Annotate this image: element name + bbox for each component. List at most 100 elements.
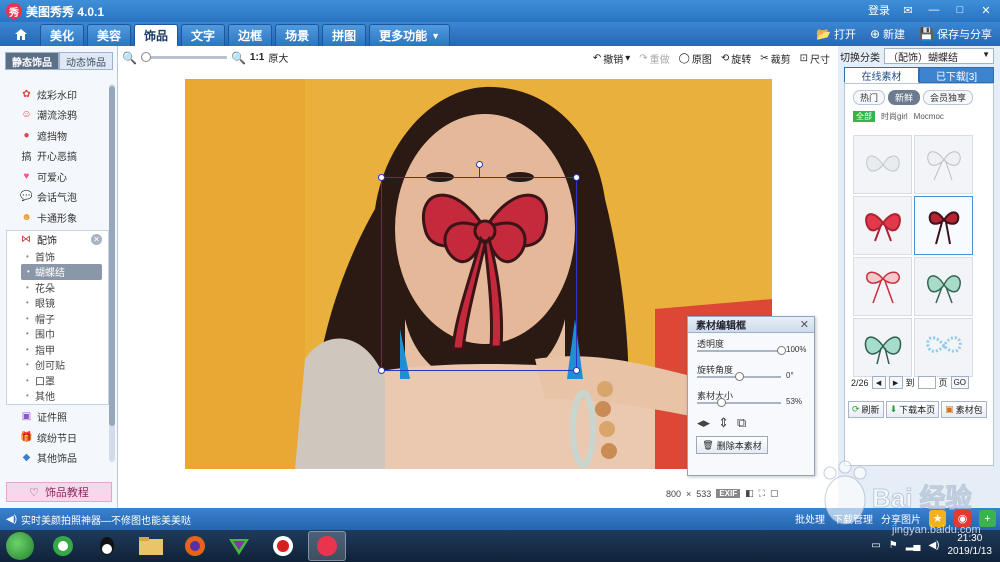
taskbar-app-explorer[interactable] xyxy=(132,531,170,561)
tab-frame[interactable]: 边框 xyxy=(228,24,273,46)
download-page-button[interactable]: ⬇ 下载本页 xyxy=(885,401,940,418)
taskbar-app-recorder[interactable] xyxy=(264,531,302,561)
zoom-out-icon[interactable]: 🔍 xyxy=(122,51,137,65)
material-thumb[interactable] xyxy=(914,257,973,316)
sidebar-item-watermark[interactable]: ✿ 炫彩水印 xyxy=(0,84,117,105)
copy-icon[interactable]: ⧉ xyxy=(737,415,746,431)
material-panel-header[interactable]: 素材编辑框 ✕ xyxy=(688,317,814,333)
status-message[interactable]: 实时美颜拍照神器—不修图也能美美哒 xyxy=(21,512,191,527)
weibo-icon[interactable]: ◉ xyxy=(954,510,971,527)
taskbar-app-qq[interactable] xyxy=(88,531,126,561)
refresh-button[interactable]: ⟳ 刷新 xyxy=(848,401,884,418)
flip-horizontal-icon[interactable]: ◂▸ xyxy=(697,415,710,431)
scrollbar-thumb[interactable] xyxy=(109,86,115,426)
filter-fashion-girl[interactable]: 时尚girl xyxy=(881,111,908,122)
size-slider-knob[interactable] xyxy=(716,398,726,407)
sidebar-sub-scarf[interactable]: 围巾 xyxy=(7,326,108,342)
new-button[interactable]: ⊕ 新建 xyxy=(870,26,905,42)
chip-new[interactable]: 新鲜 xyxy=(888,90,921,105)
rotation-handle[interactable] xyxy=(476,161,483,168)
zoom-slider[interactable] xyxy=(140,52,227,62)
sidebar-item-idphoto[interactable]: ▣ 证件照 xyxy=(0,407,117,428)
sidebar-item-other-accessories[interactable]: ◆ 其他饰品 xyxy=(0,448,117,469)
accessory-tutorial-button[interactable]: ♡ 饰品教程 xyxy=(6,482,112,502)
maximize-icon[interactable]: □ xyxy=(952,2,968,18)
plus-icon[interactable]: + xyxy=(979,510,996,527)
sidebar-sub-mask[interactable]: 口罩 xyxy=(7,373,108,389)
minimize-icon[interactable]: — xyxy=(926,2,942,18)
start-button[interactable] xyxy=(6,532,34,560)
material-thumb[interactable] xyxy=(914,135,973,194)
opacity-slider-knob[interactable] xyxy=(777,346,786,355)
sidebar-item-cartoon[interactable]: ☻ 卡通形象 xyxy=(0,207,117,228)
size-slider[interactable] xyxy=(697,398,781,407)
sidebar-sub-bandaid[interactable]: 创可贴 xyxy=(7,357,108,373)
open-button[interactable]: 📂 打开 xyxy=(816,26,856,42)
material-thumb-selected[interactable] xyxy=(914,196,973,255)
sidebar-item-heart[interactable]: ♥ 可爱心 xyxy=(0,166,117,187)
sidebar-item-funny[interactable]: 搞开心恶搞 xyxy=(0,146,117,167)
preview-icon[interactable]: ▢ xyxy=(770,488,779,499)
tab-online-materials[interactable]: 在线素材 xyxy=(844,67,919,83)
tab-static-accessories[interactable]: 静态饰品 xyxy=(5,52,59,70)
taskbar-app-browser[interactable] xyxy=(44,531,82,561)
category-select[interactable]: （配饰）蝴蝶结 ▼ xyxy=(884,48,994,64)
batch-process-button[interactable]: 批处理 xyxy=(795,511,825,526)
sidebar-sub-flower[interactable]: 花朵 xyxy=(7,280,108,296)
tab-collage[interactable]: 拼图 xyxy=(322,24,367,46)
material-thumb[interactable] xyxy=(853,135,912,194)
taskbar-app-video[interactable] xyxy=(220,531,258,561)
tab-face[interactable]: 美容 xyxy=(87,24,132,46)
zoom-slider-knob[interactable] xyxy=(141,52,152,62)
sidebar-item-bubble[interactable]: 💬 会话气泡 xyxy=(0,187,117,208)
material-thumb[interactable] xyxy=(853,257,912,316)
sidebar-sub-other[interactable]: 其他 xyxy=(7,388,108,404)
resize-handle-tr[interactable] xyxy=(573,174,580,181)
chip-hot[interactable]: 热门 xyxy=(853,90,886,105)
share-picture-button[interactable]: 分享图片 xyxy=(881,511,921,526)
sidebar-sub-nail[interactable]: 指甲 xyxy=(7,342,108,358)
rotation-slider-knob[interactable] xyxy=(735,372,744,381)
tab-text[interactable]: 文字 xyxy=(181,24,226,46)
flip-vertical-icon[interactable]: ⇕ xyxy=(718,415,729,431)
clock[interactable]: 21:30 2019/1/13 xyxy=(948,532,993,558)
close-icon[interactable]: ✕ xyxy=(978,2,994,18)
chip-vip[interactable]: 会员独享 xyxy=(923,90,974,105)
tab-beautify[interactable]: 美化 xyxy=(40,24,85,46)
star-icon[interactable]: ★ xyxy=(929,510,946,527)
undo-button[interactable]: ↶ 撤销 ▾ xyxy=(593,51,630,66)
sidebar-sub-glasses[interactable]: 眼镜 xyxy=(7,295,108,311)
sidebar-sub-jewelry[interactable]: 首饰 xyxy=(7,249,108,265)
resize-handle-br[interactable] xyxy=(573,367,580,374)
material-thumb[interactable] xyxy=(914,318,973,377)
save-share-button[interactable]: 💾 保存与分享 xyxy=(919,26,992,42)
sidebar-item-graffiti[interactable]: ☺ 潮流涂鸦 xyxy=(0,105,117,126)
redo-button[interactable]: ↷ 重做 xyxy=(639,51,669,66)
compare-icon[interactable]: ◧ xyxy=(745,488,754,499)
prev-page-button[interactable]: ◀ xyxy=(871,376,886,389)
material-thumb[interactable] xyxy=(853,318,912,377)
home-button[interactable] xyxy=(6,24,36,44)
resize-handle-bl[interactable] xyxy=(378,367,385,374)
rotation-slider[interactable] xyxy=(697,372,781,381)
material-pack-button[interactable]: ▣ 素材包 xyxy=(941,401,987,418)
tray-keyboard-icon[interactable]: ▭ xyxy=(871,540,880,551)
filter-all[interactable]: 全部 xyxy=(853,111,875,122)
tab-accessories[interactable]: 饰品 xyxy=(134,24,179,46)
exif-badge[interactable]: EXIF xyxy=(716,489,741,498)
sidebar-item-festival[interactable]: 🎁 缤纷节日 xyxy=(0,427,117,448)
chevron-down-icon[interactable]: ▾ xyxy=(625,53,630,64)
tab-more[interactable]: 更多功能 ▼ xyxy=(369,24,451,46)
zoom-in-icon[interactable]: 🔍 xyxy=(231,51,246,65)
sidebar-sub-hat[interactable]: 帽子 xyxy=(7,311,108,327)
group-header-accessories[interactable]: ⋈ 配饰 ✕ xyxy=(7,231,108,249)
selection-box[interactable] xyxy=(378,161,580,374)
crop-button[interactable]: ✂ 裁剪 xyxy=(760,51,790,66)
material-thumb[interactable] xyxy=(853,196,912,255)
go-button[interactable]: GO xyxy=(950,376,970,389)
download-manager-button[interactable]: 下载管理 xyxy=(833,511,873,526)
tab-scene[interactable]: 场景 xyxy=(275,24,320,46)
page-input[interactable] xyxy=(917,376,936,389)
close-icon[interactable]: ✕ xyxy=(800,318,809,331)
tab-dynamic-accessories[interactable]: 动态饰品 xyxy=(59,52,113,70)
